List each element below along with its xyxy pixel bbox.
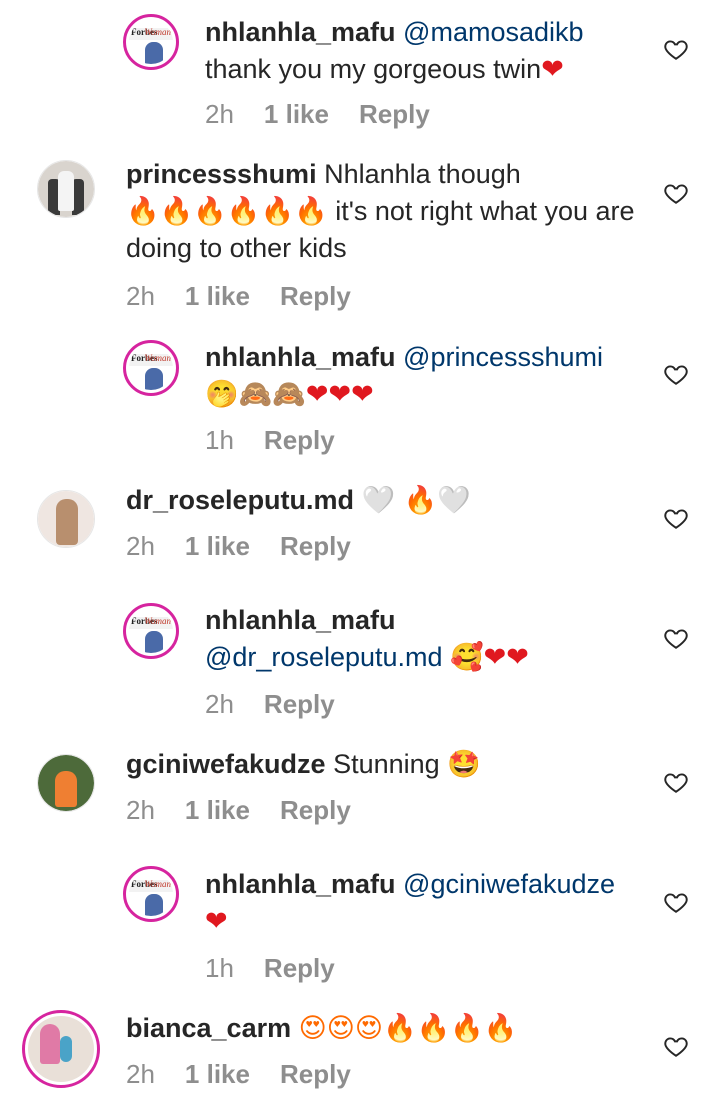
reply-button[interactable]: Reply — [264, 953, 335, 983]
comment-emoji: 😍😍😍🔥🔥🔥🔥 — [298, 1013, 518, 1044]
timestamp: 1h — [205, 425, 234, 455]
timestamp: 2h — [205, 689, 234, 719]
reply-button[interactable]: Reply — [359, 99, 430, 129]
username[interactable]: nhlanhla_mafu — [205, 869, 396, 899]
username[interactable]: princessshumi — [126, 159, 317, 189]
comment-text: gciniwefakudze Stunning 🤩 — [126, 746, 646, 783]
mention-link[interactable]: @gciniwefakudze — [403, 869, 615, 899]
username[interactable]: dr_roseleputu.md — [126, 485, 354, 515]
comment-text: princessshumi Nhlanhla though 🔥🔥🔥🔥🔥🔥 it'… — [126, 156, 646, 267]
comment-meta: 1h Reply — [205, 425, 365, 456]
heart-outline-icon[interactable] — [663, 1033, 689, 1059]
mention-link[interactable]: @princessshumi — [403, 342, 603, 372]
comment-body: thank you my gorgeous twin — [205, 54, 542, 84]
avatar[interactable] — [37, 160, 95, 218]
comment-emoji: ❤ — [205, 906, 228, 937]
timestamp: 2h — [126, 795, 155, 825]
comment-text: nhlanhla_mafu @dr_roseleputu.md 🥰❤❤ — [205, 602, 615, 676]
heart-outline-icon[interactable] — [663, 769, 689, 795]
comment-meta: 2h 1 like Reply — [126, 795, 381, 826]
mention-link[interactable]: @dr_roseleputu.md — [205, 642, 443, 672]
timestamp: 2h — [126, 281, 155, 311]
reply-button[interactable]: Reply — [280, 281, 351, 311]
timestamp: 2h — [126, 531, 155, 561]
reply-button[interactable]: Reply — [280, 531, 351, 561]
comment-body: Nhlanhla though — [324, 159, 521, 189]
comment-meta: 2h 1 like Reply — [126, 281, 381, 312]
avatar[interactable]: Forbes Woman — [123, 866, 179, 922]
like-count[interactable]: 1 like — [185, 281, 250, 311]
username[interactable]: nhlanhla_mafu — [205, 342, 396, 372]
comment-body: Stunning — [333, 749, 440, 779]
reply-button[interactable]: Reply — [280, 795, 351, 825]
like-count[interactable]: 1 like — [185, 795, 250, 825]
comment-text: nhlanhla_mafu @gciniwefakudze ❤ — [205, 866, 645, 940]
username[interactable]: bianca_carm — [126, 1013, 291, 1043]
avatar-caption-right: Woman — [144, 27, 171, 37]
heart-outline-icon[interactable] — [663, 361, 689, 387]
avatar-caption-right: Woman — [144, 879, 171, 889]
timestamp: 1h — [205, 953, 234, 983]
comment-emoji: 🔥🔥🔥🔥🔥🔥 — [126, 196, 328, 227]
mention-link[interactable]: @mamosadikb — [403, 17, 583, 47]
comment-text: bianca_carm 😍😍😍🔥🔥🔥🔥 — [126, 1010, 646, 1047]
timestamp: 2h — [126, 1059, 155, 1089]
like-count[interactable]: 1 like — [185, 531, 250, 561]
username[interactable]: nhlanhla_mafu — [205, 605, 396, 635]
comment-emoji: 🥰❤❤ — [450, 642, 529, 673]
timestamp: 2h — [205, 99, 234, 129]
avatar[interactable]: Forbes Woman — [123, 603, 179, 659]
comment-text: nhlanhla_mafu @princessshumi 🤭🙈🙈❤❤❤ — [205, 339, 645, 413]
like-count[interactable]: 1 like — [264, 99, 329, 129]
comment-emoji: ❤ — [541, 54, 564, 85]
heart-outline-icon[interactable] — [663, 625, 689, 651]
avatar[interactable] — [37, 754, 95, 812]
avatar-caption-right: Woman — [144, 353, 171, 363]
username[interactable]: nhlanhla_mafu — [205, 17, 396, 47]
heart-outline-icon[interactable] — [663, 505, 689, 531]
avatar-caption-right: Woman — [144, 616, 171, 626]
comment-emoji: 🤭🙈🙈❤❤❤ — [205, 379, 374, 410]
like-count[interactable]: 1 like — [185, 1059, 250, 1089]
comment-text: dr_roseleputu.md 🤍 🔥🤍 — [126, 482, 646, 519]
avatar[interactable]: Forbes Woman — [123, 340, 179, 396]
comment-meta: 2h 1 like Reply — [126, 1059, 381, 1090]
avatar[interactable] — [37, 490, 95, 548]
comment-emoji: 🤩 — [447, 749, 481, 780]
heart-outline-icon[interactable] — [663, 889, 689, 915]
reply-button[interactable]: Reply — [264, 425, 335, 455]
comment-text: nhlanhla_mafu @mamosadikb thank you my g… — [205, 14, 645, 88]
comment-meta: 2h 1 like Reply — [205, 99, 460, 130]
comment-meta: 1h Reply — [205, 953, 365, 984]
comment-meta: 2h Reply — [205, 689, 365, 720]
reply-button[interactable]: Reply — [264, 689, 335, 719]
reply-button[interactable]: Reply — [280, 1059, 351, 1089]
heart-outline-icon[interactable] — [663, 36, 689, 62]
username[interactable]: gciniwefakudze — [126, 749, 326, 779]
comment-meta: 2h 1 like Reply — [126, 531, 381, 562]
avatar[interactable]: Forbes Woman — [123, 14, 179, 70]
avatar[interactable] — [22, 1010, 100, 1088]
comment-emoji: 🤍 🔥🤍 — [361, 485, 471, 516]
heart-outline-icon[interactable] — [663, 180, 689, 206]
